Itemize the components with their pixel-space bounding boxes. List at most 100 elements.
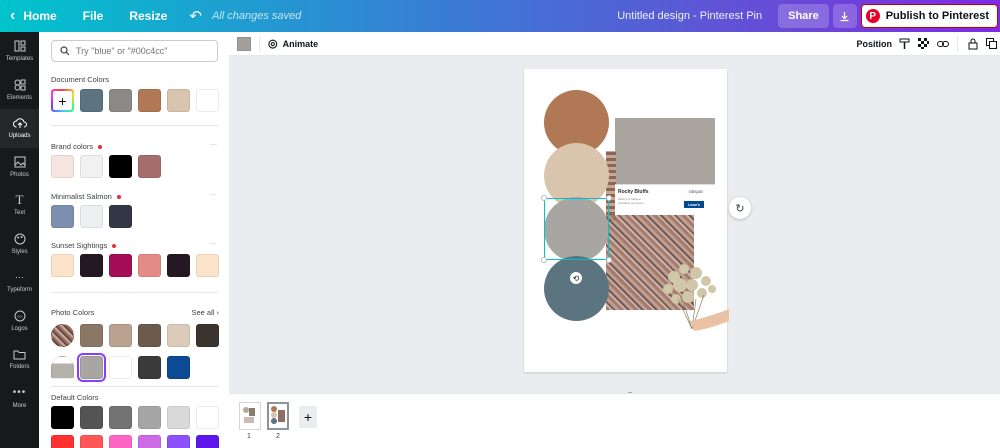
duplicate-icon[interactable]: [985, 37, 998, 50]
paint-chip-card[interactable]: Rocky Bluffs valspar 2022-1-3 Valspar Av…: [615, 184, 715, 215]
color-swatch[interactable]: [196, 406, 219, 429]
color-swatch[interactable]: [80, 89, 103, 112]
page-thumbnail-2[interactable]: [267, 402, 289, 430]
rail-label: Typeform: [6, 287, 32, 294]
minimalist-menu-icon[interactable]: ⋯: [210, 191, 217, 199]
color-swatch[interactable]: [80, 406, 103, 429]
color-swatch[interactable]: [51, 435, 74, 448]
templates-icon: [12, 39, 28, 53]
resize-handle[interactable]: [541, 195, 547, 201]
resize-button[interactable]: Resize: [129, 0, 167, 32]
design-page[interactable]: Rocky Bluffs valspar 2022-1-3 Valspar Av…: [524, 69, 729, 372]
paint-chip-subtext: 2022-1-3 Valspar Available at Lowe's: [618, 197, 644, 205]
color-swatch[interactable]: [138, 155, 161, 178]
color-swatch[interactable]: [109, 254, 132, 277]
text-icon: T: [15, 192, 24, 208]
color-swatch[interactable]: [138, 435, 161, 448]
undo-icon[interactable]: ↶: [189, 0, 202, 32]
color-swatch[interactable]: [196, 254, 219, 277]
color-swatch[interactable]: [109, 435, 132, 448]
rail-item-more[interactable]: ••• More: [0, 379, 39, 418]
color-swatch[interactable]: [51, 205, 74, 228]
rail-item-templates[interactable]: Templates: [0, 32, 39, 71]
color-swatch[interactable]: [80, 254, 103, 277]
color-swatch[interactable]: [167, 324, 190, 347]
publish-to-pinterest-button[interactable]: P Publish to Pinterest: [860, 4, 998, 28]
color-swatch[interactable]: [109, 356, 132, 379]
color-swatch[interactable]: [80, 324, 103, 347]
lock-icon[interactable]: [966, 37, 979, 50]
document-colors-row: +: [51, 89, 219, 112]
color-swatch[interactable]: [138, 89, 161, 112]
home-button[interactable]: ‹ Home: [10, 0, 57, 32]
download-button[interactable]: [832, 4, 857, 28]
color-swatch[interactable]: [196, 324, 219, 347]
animate-button[interactable]: ◎ Animate: [268, 37, 318, 50]
color-swatch[interactable]: [167, 89, 190, 112]
color-swatch[interactable]: [80, 435, 103, 448]
color-swatch[interactable]: [138, 356, 161, 379]
resize-handle[interactable]: [606, 257, 612, 263]
color-swatch[interactable]: [51, 254, 74, 277]
color-swatch-selected[interactable]: [77, 353, 106, 382]
file-menu-button[interactable]: File: [83, 0, 104, 32]
rail-item-typeform[interactable]: ⋯ Typeform: [0, 263, 39, 302]
color-swatch[interactable]: [138, 254, 161, 277]
photo-thumbnail-rug[interactable]: [51, 324, 74, 347]
color-swatch[interactable]: [109, 324, 132, 347]
design-title[interactable]: Untitled design - Pinterest Pin: [617, 10, 762, 22]
sunset-menu-icon[interactable]: ⋯: [210, 240, 217, 248]
refresh-icon[interactable]: ↻: [729, 197, 751, 219]
lowes-logo: Lowe's: [684, 201, 704, 208]
position-button[interactable]: Position: [857, 39, 893, 49]
add-page-button[interactable]: +: [299, 406, 317, 428]
color-swatch[interactable]: [167, 406, 190, 429]
default-colors-row: [51, 406, 219, 429]
color-swatch[interactable]: [80, 155, 103, 178]
paint-roller-icon[interactable]: [898, 37, 911, 50]
color-swatch[interactable]: [196, 435, 219, 448]
rail-item-elements[interactable]: Elements: [0, 71, 39, 110]
color-swatch[interactable]: [167, 254, 190, 277]
share-button[interactable]: Share: [778, 4, 829, 28]
see-all-link[interactable]: See all ›: [191, 308, 219, 317]
rail-item-uploads[interactable]: Uploads: [0, 109, 39, 148]
photo-colors-title: Photo Colors: [51, 308, 95, 317]
color-swatch[interactable]: [51, 406, 74, 429]
gray-color-block[interactable]: [615, 118, 715, 184]
rail-item-styles[interactable]: Styles: [0, 225, 39, 264]
brand-colors-menu-icon[interactable]: ⋯: [210, 141, 217, 149]
color-swatch[interactable]: [80, 205, 103, 228]
color-swatch[interactable]: [109, 89, 132, 112]
color-swatch[interactable]: [167, 435, 190, 448]
animate-label: Animate: [282, 38, 319, 49]
color-swatch[interactable]: [196, 89, 219, 112]
color-swatch[interactable]: [109, 155, 132, 178]
search-icon: [60, 46, 70, 56]
rail-item-text[interactable]: T Text: [0, 186, 39, 225]
color-swatch[interactable]: [51, 155, 74, 178]
rail-item-photos[interactable]: Photos: [0, 148, 39, 187]
color-swatch[interactable]: [167, 356, 190, 379]
color-swatch[interactable]: [109, 205, 132, 228]
link-icon[interactable]: [936, 37, 949, 50]
fill-color-button[interactable]: [237, 36, 251, 51]
rail-item-folders[interactable]: Folders: [0, 340, 39, 379]
home-label: Home: [23, 9, 57, 23]
rail-item-logos[interactable]: co. Logos: [0, 302, 39, 341]
dried-flowers-image[interactable]: [654, 259, 729, 354]
color-swatch[interactable]: [109, 406, 132, 429]
color-search-input[interactable]: [76, 46, 216, 56]
page-number: 2: [276, 433, 280, 440]
resize-handle[interactable]: [606, 195, 612, 201]
rotate-handle-icon[interactable]: ⟲: [570, 272, 582, 284]
photo-thumbnail-circle[interactable]: [51, 356, 74, 379]
add-color-button[interactable]: +: [51, 89, 74, 112]
color-swatch[interactable]: [138, 406, 161, 429]
page-thumbnail-1[interactable]: [239, 402, 261, 430]
resize-handle[interactable]: [541, 257, 547, 263]
color-circle-blue[interactable]: [544, 256, 609, 321]
transparency-icon[interactable]: [917, 37, 930, 50]
color-search-box[interactable]: [51, 40, 218, 62]
color-swatch[interactable]: [138, 324, 161, 347]
